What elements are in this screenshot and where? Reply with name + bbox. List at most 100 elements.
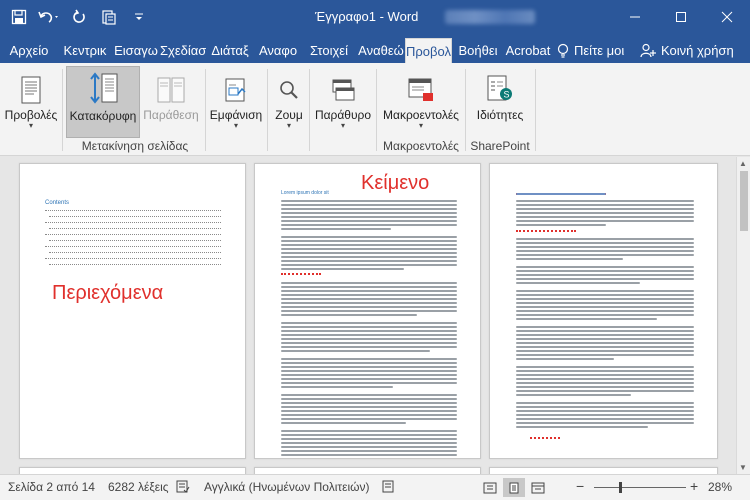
views-label: Προβολές [4, 108, 58, 122]
group-separator [376, 69, 377, 151]
text-line [281, 342, 457, 344]
show-button[interactable]: Εμφάνιση ▾ [208, 66, 264, 138]
text-line [281, 434, 457, 436]
toc-entry-line [45, 210, 221, 211]
tab-review[interactable]: Αναθεώ [357, 38, 405, 63]
minimize-icon[interactable] [612, 0, 658, 34]
text-line [281, 314, 417, 316]
redo-icon[interactable] [64, 4, 94, 30]
zoom-in-icon[interactable]: + [690, 478, 698, 494]
scroll-down-arrow-icon[interactable]: ▼ [739, 463, 747, 472]
text-line [516, 250, 694, 252]
views-button[interactable]: Προβολές ▾ [2, 66, 60, 138]
text-line [281, 442, 457, 444]
group-separator [205, 69, 206, 151]
page-7[interactable] [489, 467, 718, 474]
macros-button[interactable]: Μακροεντολές ▾ [379, 66, 463, 138]
window-controls [612, 0, 750, 34]
text-line [516, 270, 694, 272]
page-count[interactable]: Σελίδα 2 από 14 [8, 480, 95, 494]
group-separator [309, 69, 310, 151]
text-line [281, 326, 457, 328]
text-line [281, 374, 457, 376]
zoom-level[interactable]: 28% [708, 480, 732, 494]
side-by-side-button[interactable]: Παράθεση [142, 66, 200, 138]
save-icon[interactable] [4, 4, 34, 30]
customize-icon[interactable] [124, 4, 154, 30]
restore-icon[interactable] [658, 0, 704, 34]
accessibility-icon[interactable] [382, 480, 396, 496]
page-contents[interactable]: Contents Περιεχόμενα [19, 163, 246, 459]
scroll-thumb[interactable] [740, 171, 748, 231]
page-3[interactable] [489, 163, 718, 459]
zoom-button[interactable]: Ζουμ ▾ [270, 66, 308, 138]
text-line [281, 302, 457, 304]
tab-layout[interactable]: Διάταξ [208, 38, 252, 63]
side-by-side-icon [157, 77, 185, 103]
window-icon [332, 79, 355, 101]
sharepoint-properties-icon: S [487, 75, 512, 101]
tab-insert[interactable]: Εισαγω [113, 38, 159, 63]
status-bar: Σελίδα 2 από 14 6282 λέξεις Αγγλικά (Ηνω… [0, 474, 750, 500]
text-line [281, 370, 457, 372]
vertical-button[interactable]: Κατακόρυφη [66, 66, 140, 138]
text-line [281, 256, 457, 258]
text-line [281, 244, 457, 246]
text-line [281, 402, 457, 404]
tab-home[interactable]: Κεντρικ [60, 38, 110, 63]
word-count[interactable]: 6282 λέξεις [108, 480, 169, 494]
text-line [281, 240, 457, 242]
zoom-out-icon[interactable]: − [576, 478, 584, 494]
web-layout-icon[interactable] [527, 478, 549, 497]
document-area[interactable]: Contents Περιεχόμενα Κείμενο Lorem ipsum… [0, 157, 736, 474]
text-line [281, 418, 457, 420]
text-line [281, 382, 457, 384]
lorem-heading: Lorem ipsum dolor sit [281, 190, 329, 196]
text-line [281, 346, 457, 348]
text-line [516, 306, 694, 308]
touch-mode-icon[interactable] [94, 4, 124, 30]
show-icon [225, 78, 246, 102]
properties-button[interactable]: S Ιδιότητες [470, 66, 530, 138]
text-line [281, 458, 419, 459]
page-5[interactable] [19, 467, 246, 474]
text-line [516, 382, 694, 384]
text-line [516, 374, 694, 376]
undo-icon[interactable] [34, 4, 64, 30]
text-line [516, 390, 694, 392]
text-line [516, 354, 694, 356]
text-line [281, 398, 457, 400]
focus-mode-icon[interactable] [479, 478, 501, 497]
zoom-icon [280, 81, 298, 99]
tab-view[interactable]: Προβολ [405, 38, 452, 63]
text-line [281, 294, 457, 296]
sharepoint-group-label: SharePoint [470, 139, 530, 153]
tab-references[interactable]: Αναφο [255, 38, 301, 63]
text-line [281, 286, 457, 288]
macros-group-label: Μακροεντολές [383, 139, 459, 153]
text-line [516, 266, 694, 268]
window-button[interactable]: Παράθυρο ▾ [312, 66, 374, 138]
text-line [281, 446, 457, 448]
tab-file[interactable]: Αρχείο [4, 38, 54, 63]
text-line [516, 310, 694, 312]
text-line [516, 318, 657, 320]
zoom-slider[interactable] [594, 487, 686, 488]
page-text[interactable]: Κείμενο Lorem ipsum dolor sit [254, 163, 481, 459]
proofing-icon[interactable] [176, 480, 190, 496]
tab-help[interactable]: Βοήθει [455, 38, 501, 63]
zoom-slider-thumb[interactable] [618, 482, 622, 493]
scroll-up-arrow-icon[interactable]: ▲ [739, 159, 747, 168]
tab-mailings[interactable]: Στοιχεί [303, 38, 355, 63]
tell-me-box[interactable]: Πείτε μοι [557, 38, 624, 63]
tab-design[interactable]: Σχεδίασ [160, 38, 206, 63]
tab-acrobat[interactable]: Acrobat [504, 38, 552, 63]
share-button[interactable]: Κοινή χρήση [640, 38, 734, 63]
close-icon[interactable] [704, 0, 750, 34]
language-indicator[interactable]: Αγγλικά (Ηνωμένων Πολιτειών) [204, 480, 369, 494]
print-layout-icon[interactable] [503, 478, 525, 497]
chevron-down-icon: ▾ [233, 121, 238, 130]
vertical-scrollbar[interactable]: ▲ ▼ [736, 157, 750, 474]
vertical-scroll-icon [90, 72, 118, 104]
page-6[interactable] [254, 467, 481, 474]
